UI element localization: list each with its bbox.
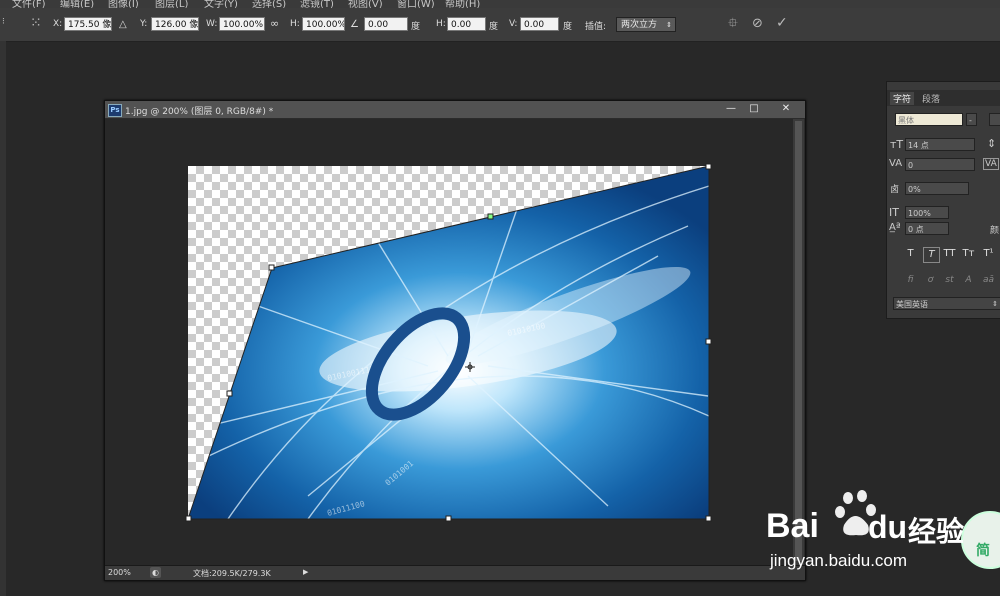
font-family-select[interactable]: 黑体 [895, 113, 963, 126]
tracking-icon: VA [983, 158, 999, 170]
tsume-icon: 卤 [890, 185, 900, 195]
vskew-input[interactable]: 0.00 [520, 17, 559, 31]
warp-mode-icon[interactable]: ⯐ [728, 17, 738, 30]
titling-button[interactable]: aā [981, 273, 996, 287]
canvas-area[interactable]: 01010100 0101001110 0101001 01011100 [105, 119, 793, 565]
menu-select[interactable]: 选择(S) [252, 0, 286, 8]
font-size-input[interactable]: 14 点 [905, 138, 975, 151]
menu-window[interactable]: 窗口(W) [397, 0, 435, 8]
w-label: W: [206, 19, 218, 29]
font-style-select[interactable] [989, 113, 1000, 126]
status-icon[interactable]: ◐ [150, 567, 161, 578]
vertical-scale-icon: IT [889, 206, 899, 219]
delta-icon[interactable]: △ [119, 19, 127, 30]
menu-edit[interactable]: 编辑(E) [60, 0, 94, 8]
menu-layer[interactable]: 图层(L) [155, 0, 188, 8]
swash-button[interactable]: A [961, 273, 976, 287]
tool-preset-icon[interactable]: ⁝ [2, 18, 5, 27]
badge-text: 简 [976, 543, 990, 559]
x-input[interactable]: 175.50 像素 [64, 17, 112, 31]
interp-select[interactable]: 两次立方 ⇕ [616, 17, 676, 32]
old-style-button[interactable]: ơ [923, 273, 938, 287]
baidu-brand: Bai [766, 507, 819, 545]
toolbar-edge [0, 41, 6, 596]
vskew-label: V: [509, 19, 518, 29]
angle-input[interactable]: 0.00 [364, 17, 408, 31]
ligature-button[interactable]: fi [903, 273, 918, 287]
link-icon[interactable]: ∞ [270, 17, 279, 30]
jingyan-label: 经验 [908, 515, 965, 548]
status-bar: 200% ◐ 文档:209.5K/279.3K ▶ [105, 565, 805, 580]
chevron-updown-icon: ⇕ [666, 21, 672, 29]
menu-file[interactable]: 文件(F) [12, 0, 46, 8]
menu-bar: 文件(F) 编辑(E) 图像(I) 图层(L) 文字(Y) 选择(S) 滤镜(T… [0, 0, 1000, 8]
stylistic-button[interactable]: st [942, 273, 957, 287]
baidu-brand-du: du [868, 509, 908, 545]
options-bar: ⁝ ⁙ X: 175.50 像素 △ Y: 126.00 像素 W: 100.0… [0, 8, 1000, 42]
commit-transform-icon[interactable]: ✓ [776, 16, 788, 30]
h-input[interactable]: 100.00% [302, 17, 345, 31]
document-window: Ps 1.jpg @ 200% (图层 0, RGB/8#) * — □ ✕ 0… [104, 100, 806, 581]
baseline-shift-icon: A̲ª [889, 222, 901, 233]
menu-help[interactable]: 帮助(H) [445, 0, 480, 8]
small-caps-button[interactable]: Tт [961, 247, 976, 261]
character-panel: 字符 段落 黑体 - ᴛT 14 点 ⇕ VA 0 VA 卤 0% IT 100… [886, 81, 1000, 319]
hskew-label: H: [436, 19, 446, 29]
menu-image[interactable]: 图像(I) [108, 0, 139, 8]
faux-bold-button[interactable]: T [903, 247, 918, 261]
tab-character[interactable]: 字符 [890, 92, 915, 105]
maximize-button[interactable]: □ [743, 101, 765, 116]
all-caps-button[interactable]: TT [942, 247, 957, 261]
kerning-icon: VA [889, 158, 903, 169]
x-label: X: [53, 19, 63, 29]
angle-icon: ∠ [350, 19, 359, 30]
panel-tabs: 字符 段落 [887, 90, 1000, 106]
hskew-unit: 度 [489, 22, 499, 32]
language-select[interactable]: 美国英语 ⇕ [893, 297, 1000, 310]
y-input[interactable]: 126.00 像素 [151, 17, 199, 31]
cancel-transform-icon[interactable]: ⊘ [752, 17, 763, 30]
faux-italic-button[interactable]: T [923, 247, 940, 263]
baseline-shift-input[interactable]: 0 点 [905, 222, 949, 235]
menu-filter[interactable]: 滤镜(T) [300, 0, 334, 8]
w-input[interactable]: 100.00% [219, 17, 265, 31]
angle-unit: 度 [411, 22, 421, 32]
menu-type[interactable]: 文字(Y) [204, 0, 238, 8]
baidu-watermark: Bai du 经验 jingyan.baidu.com 简 [760, 485, 1000, 596]
menu-view[interactable]: 视图(V) [348, 0, 383, 8]
status-menu-arrow-icon[interactable]: ▶ [303, 568, 308, 576]
kerning-input[interactable]: 0 [905, 158, 975, 171]
chevron-updown-icon: ⇕ [992, 300, 998, 308]
transformed-image[interactable]: 01010100 0101001110 0101001 01011100 [185, 163, 712, 522]
zoom-level[interactable]: 200% [108, 568, 131, 577]
font-size-icon: ᴛT [890, 138, 904, 151]
document-title: 1.jpg @ 200% (图层 0, RGB/8#) * [125, 107, 274, 117]
document-info: 文档:209.5K/279.3K [193, 569, 271, 578]
document-title-bar[interactable]: Ps 1.jpg @ 200% (图层 0, RGB/8#) * — □ ✕ [105, 101, 805, 118]
leading-icon: ⇕ [987, 137, 997, 150]
font-family-dropdown[interactable]: - [966, 113, 977, 126]
superscript-button[interactable]: T¹ [981, 247, 996, 261]
y-label: Y: [140, 19, 148, 29]
reference-point-icon[interactable]: ⁙ [30, 16, 42, 30]
tab-paragraph[interactable]: 段落 [919, 92, 943, 105]
ps-icon: Ps [108, 104, 122, 117]
color-label: 颜 [990, 226, 1000, 236]
tracking-input[interactable]: 0% [905, 182, 969, 195]
vskew-unit: 度 [563, 22, 573, 32]
watermark-url: jingyan.baidu.com [770, 551, 908, 570]
vertical-scale-input[interactable]: 100% [905, 206, 949, 219]
interp-label: 插值: [585, 22, 607, 32]
h-label: H: [290, 19, 300, 29]
close-button[interactable]: ✕ [771, 101, 801, 116]
hskew-input[interactable]: 0.00 [447, 17, 486, 31]
minimize-button[interactable]: — [720, 101, 742, 116]
